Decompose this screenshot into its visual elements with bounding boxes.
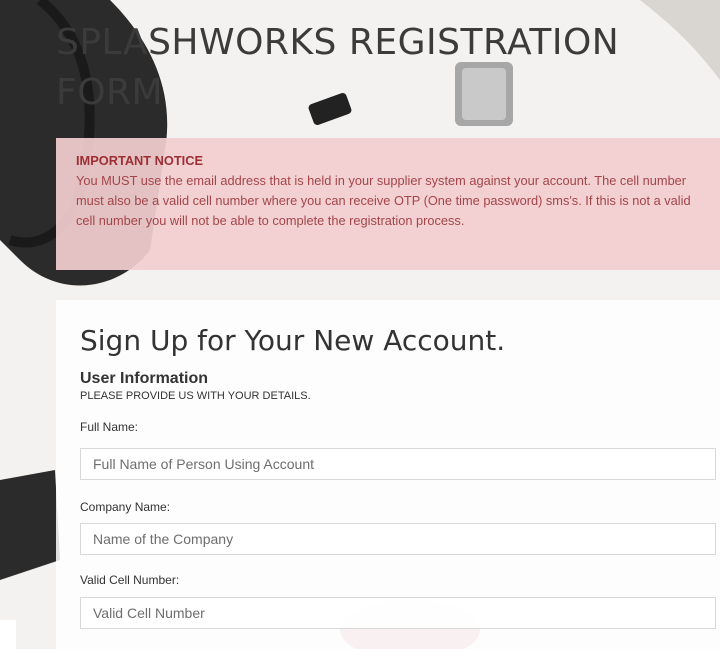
notice-body: You MUST use the email address that is h… bbox=[76, 173, 691, 228]
full-name-label: Full Name: bbox=[80, 420, 139, 434]
section-subtitle: PLEASE PROVIDE US WITH YOUR DETAILS. bbox=[80, 390, 311, 402]
important-notice: IMPORTANT NOTICE You MUST use the email … bbox=[56, 138, 720, 270]
company-name-input[interactable] bbox=[80, 523, 716, 555]
cell-number-input[interactable] bbox=[80, 597, 716, 629]
signup-card: Sign Up for Your New Account. User Infor… bbox=[56, 300, 720, 649]
black-fitting-image bbox=[0, 470, 60, 580]
section-title: User Information bbox=[80, 370, 209, 387]
notice-title: IMPORTANT NOTICE bbox=[76, 153, 204, 168]
full-name-input[interactable] bbox=[80, 448, 716, 480]
page-title: SPLASHWORKS REGISTRATION FORM bbox=[56, 22, 620, 113]
signup-heading: Sign Up for Your New Account. bbox=[80, 324, 506, 357]
company-name-label: Company Name: bbox=[80, 500, 171, 514]
cell-number-label: Valid Cell Number: bbox=[80, 573, 180, 587]
